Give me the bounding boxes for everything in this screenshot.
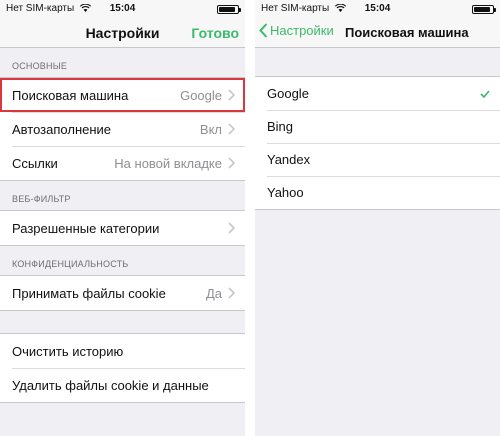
battery-icon: [217, 5, 241, 14]
accept-cookies-value: Да: [205, 285, 222, 301]
clear-history-label: Очистить историю: [12, 343, 124, 359]
search-engine-screen: Нет SIM-карты 15:04 Настройки Поисковая …: [255, 0, 500, 436]
engine-name: Yahoo: [267, 185, 304, 200]
links-value: На новой вкладке: [114, 155, 222, 171]
basic-group: Поисковая машина Google Автозаполнение В…: [0, 77, 245, 181]
engine-name: Bing: [267, 119, 294, 134]
search-engine-value: Google: [180, 87, 222, 103]
clock: 15:04: [364, 3, 391, 14]
clock: 15:04: [109, 3, 136, 14]
checkmark-icon: [480, 87, 490, 101]
chevron-right-icon: [228, 123, 235, 135]
web-filter-group: Разрешенные категории: [0, 210, 245, 246]
search-engine-row[interactable]: Поисковая машина Google: [0, 78, 245, 112]
search-engine-option[interactable]: Yahoo: [255, 176, 500, 209]
chevron-left-icon: [259, 23, 268, 38]
delete-cookies-button[interactable]: Удалить файлы cookie и данные: [0, 368, 245, 402]
accept-cookies-label: Принимать файлы cookie: [12, 285, 166, 301]
chevron-right-icon: [228, 89, 235, 101]
section-header-privacy: КОНФИДЕНЦИАЛЬНОСТЬ: [12, 259, 129, 269]
chevron-right-icon: [228, 287, 235, 299]
section-header-basic: ОСНОВНЫЕ: [12, 61, 68, 71]
autofill-value: Вкл: [199, 121, 222, 137]
accept-cookies-row[interactable]: Принимать файлы cookie Да: [0, 276, 245, 310]
engine-name: Google: [267, 86, 309, 101]
status-bar: Нет SIM-карты 15:04: [255, 0, 500, 18]
links-row[interactable]: Ссылки На новой вкладке: [0, 146, 245, 180]
search-engine-label: Поисковая машина: [12, 87, 129, 103]
chevron-right-icon: [228, 157, 235, 169]
links-label: Ссылки: [12, 155, 58, 171]
clear-history-button[interactable]: Очистить историю: [0, 334, 245, 368]
page-title: Поисковая машина: [345, 25, 469, 40]
nav-bar: Настройки Готово: [0, 18, 245, 48]
engine-name: Yandex: [267, 152, 311, 167]
status-bar: Нет SIM-карты 15:04: [0, 0, 245, 18]
allowed-categories-row[interactable]: Разрешенные категории: [0, 211, 245, 245]
autofill-row[interactable]: Автозаполнение Вкл: [0, 112, 245, 146]
battery-icon: [472, 5, 496, 14]
settings-screen: Нет SIM-карты 15:04 Настройки Готово ОСН…: [0, 0, 245, 436]
engine-list: Google Bing Yandex Yahoo: [255, 76, 500, 210]
section-header-web-filter: ВЕБ-ФИЛЬТР: [12, 194, 71, 204]
privacy-group: Принимать файлы cookie Да: [0, 275, 245, 311]
actions-group: Очистить историю Удалить файлы cookie и …: [0, 333, 245, 403]
settings-list: ОСНОВНЫЕ Поисковая машина Google Автозап…: [0, 48, 245, 403]
done-button[interactable]: Готово: [191, 25, 239, 41]
chevron-right-icon: [228, 222, 235, 234]
allowed-categories-label: Разрешенные категории: [12, 220, 160, 236]
nav-bar: Настройки Поисковая машина: [255, 18, 500, 48]
engine-list-container: Google Bing Yandex Yahoo: [255, 48, 500, 210]
search-engine-option[interactable]: Google: [255, 77, 500, 110]
back-label: Настройки: [270, 23, 334, 38]
search-engine-option[interactable]: Yandex: [255, 143, 500, 176]
delete-cookies-label: Удалить файлы cookie и данные: [12, 377, 209, 393]
search-engine-option[interactable]: Bing: [255, 110, 500, 143]
back-button[interactable]: Настройки: [259, 23, 334, 38]
autofill-label: Автозаполнение: [12, 121, 112, 137]
